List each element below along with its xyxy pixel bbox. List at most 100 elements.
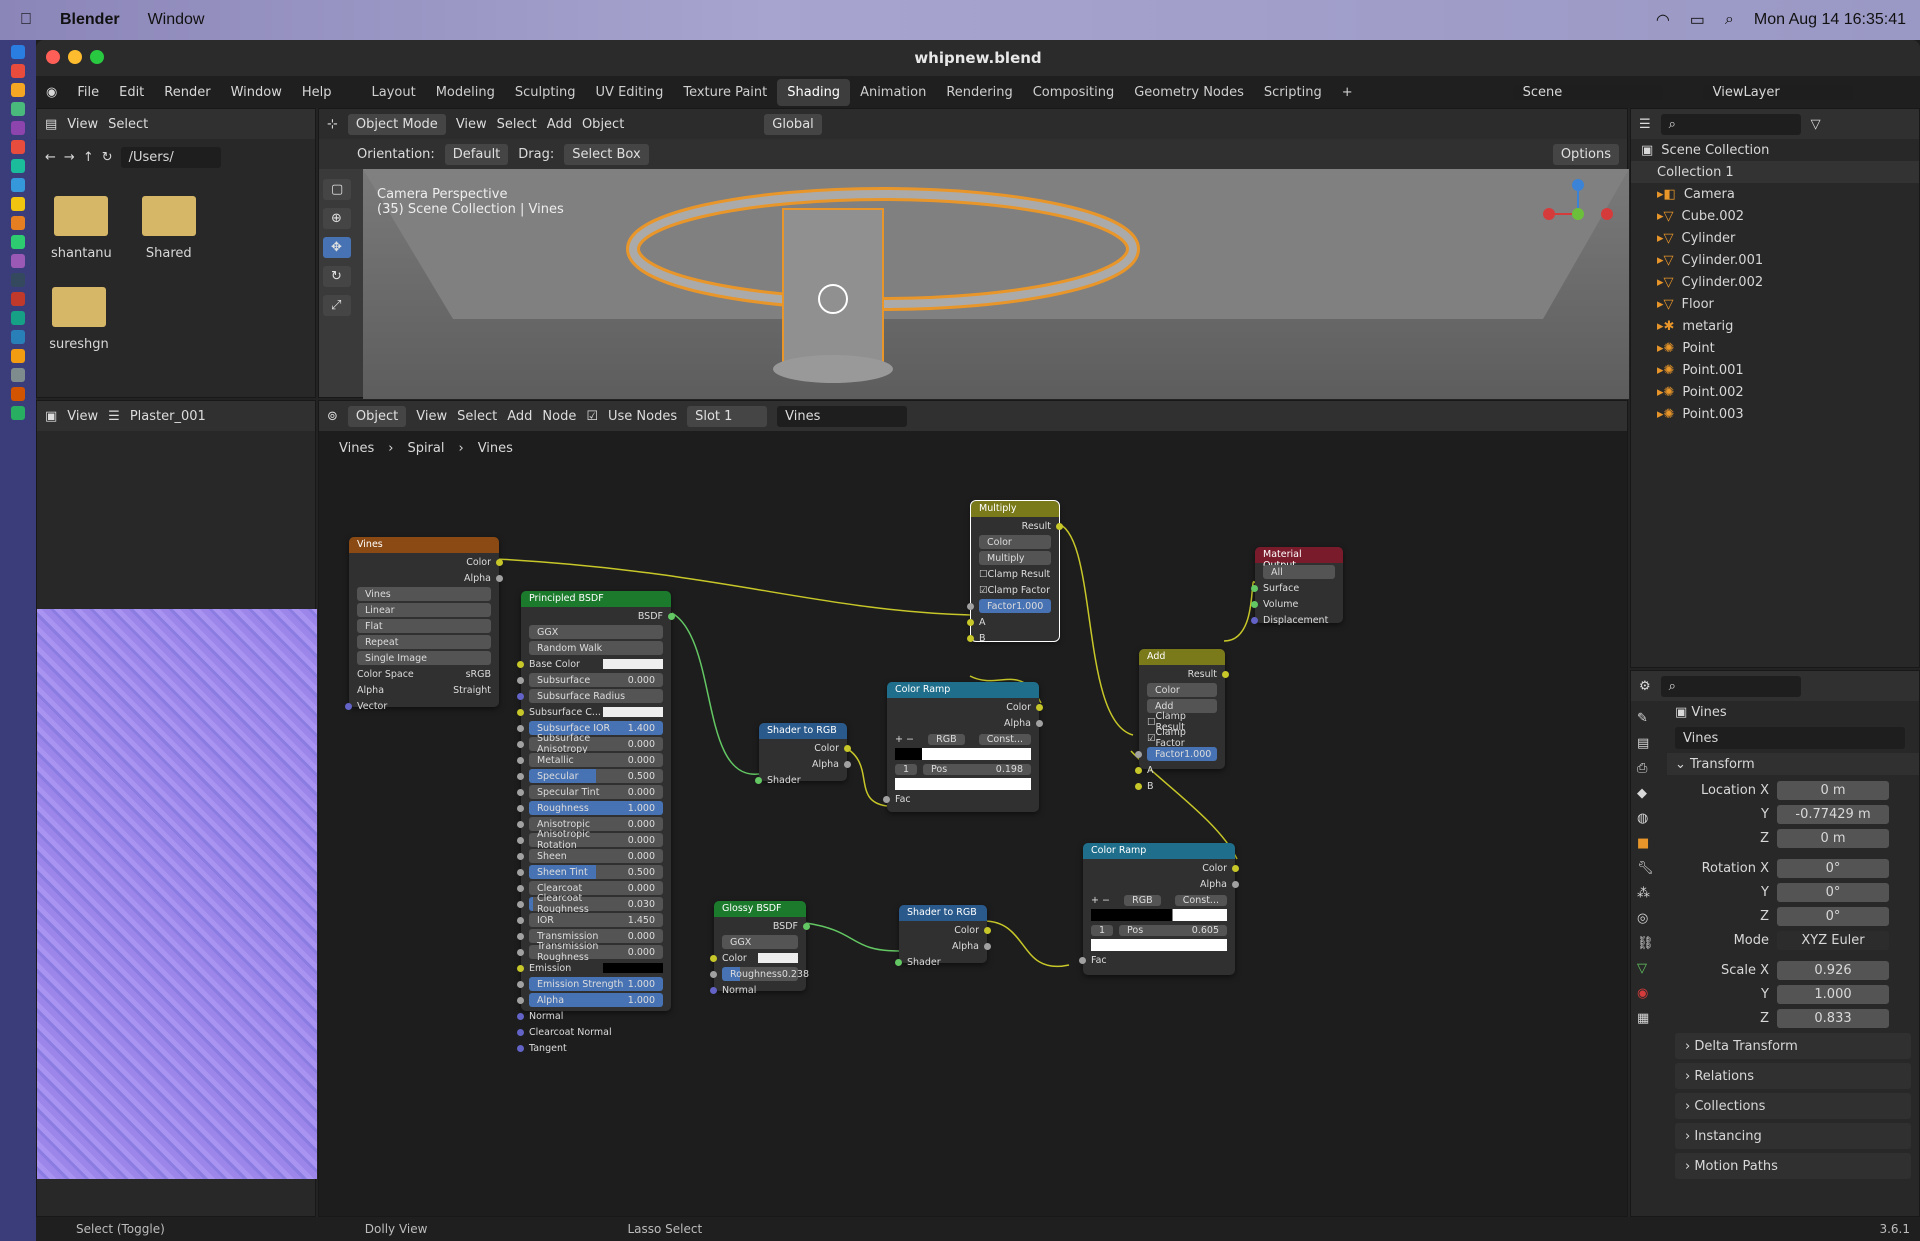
vp-menu-add[interactable]: Add (547, 117, 572, 132)
options-button[interactable]: Options (1552, 143, 1619, 165)
data-type-dropdown[interactable]: Color (979, 535, 1051, 549)
editor-type-icon[interactable]: ▣ (45, 409, 57, 424)
rotation-z-field[interactable]: 0° (1777, 906, 1889, 926)
bsdf-param[interactable]: Subsurface 0.000 (517, 673, 663, 687)
material-tab-icon[interactable]: ◉ (1637, 986, 1654, 1001)
editor-type-icon[interactable]: ☰ (1639, 117, 1651, 132)
battery-icon[interactable]: ▭ (1690, 10, 1705, 30)
clamp-factor-checkbox[interactable]: ☑ Clamp Factor (1147, 727, 1217, 749)
image-name[interactable]: Plaster_001 (130, 409, 206, 424)
window-menu[interactable]: Window (148, 11, 205, 29)
editor-type-icon[interactable]: ⊹ (327, 117, 338, 132)
viewlayer-selector[interactable]: ViewLayer (1702, 84, 1853, 100)
tab-compositing[interactable]: Compositing (1023, 79, 1125, 106)
ramp-gradient[interactable] (895, 748, 1031, 760)
image-texture-node[interactable]: Vines Color Alpha Vines Linear Flat Repe… (345, 537, 503, 712)
vp-menu-select[interactable]: Select (497, 117, 537, 132)
navigation-gizmo[interactable] (1543, 179, 1613, 249)
vp-menu-view[interactable]: View (456, 117, 487, 132)
outliner-item[interactable]: ▸▽ Cylinder (1631, 227, 1919, 249)
tab-shading[interactable]: Shading (777, 78, 851, 106)
folder-item[interactable]: shantanu (51, 196, 112, 261)
particles-tab-icon[interactable]: ⁂ (1637, 886, 1654, 901)
outliner-item[interactable]: ▸◧ Camera (1631, 183, 1919, 205)
ramp-color-swatch[interactable] (895, 778, 1031, 790)
ramp-interp-dropdown[interactable]: Const... (978, 733, 1031, 745)
ramp-interp-dropdown[interactable]: Const... (1174, 894, 1227, 906)
extension-dropdown[interactable]: Repeat (357, 635, 491, 649)
tab-geometry-nodes[interactable]: Geometry Nodes (1124, 79, 1254, 106)
blend-mode-dropdown[interactable]: Multiply (979, 551, 1051, 565)
fb-select-menu[interactable]: Select (108, 117, 148, 132)
refresh-icon[interactable]: ↻ (102, 150, 113, 165)
folder-item[interactable]: Shared (141, 196, 196, 261)
folder-item[interactable]: sureshgn (37, 261, 117, 352)
scale-y-field[interactable]: 1.000 (1777, 984, 1889, 1004)
object-tab-icon[interactable]: ■ (1637, 836, 1654, 851)
texture-image[interactable] (37, 609, 317, 1179)
mode-dropdown[interactable]: Object Mode (347, 113, 446, 135)
cursor-tool-icon[interactable]: ⊕ (323, 208, 352, 229)
color-ramp-node[interactable]: Color Ramp Color Alpha + − RGB Const... 1P… (883, 682, 1043, 812)
output-tab-icon[interactable]: ⎙ (1637, 761, 1654, 776)
collections-section[interactable]: › Collections (1675, 1093, 1911, 1119)
app-menu[interactable]: Blender (60, 11, 120, 29)
glossy-bsdf-node[interactable]: Glossy BSDF BSDF GGX Color Roughness 0.23… (710, 901, 810, 996)
minimize-button[interactable] (68, 50, 82, 64)
multiply-node[interactable]: Multiply Result Color Multiply ☐ Clamp R… (967, 500, 1063, 644)
shader-to-rgb-node[interactable]: Shader to RGB Color Alpha Shader (755, 723, 851, 786)
interp-dropdown[interactable]: Linear (357, 603, 491, 617)
3d-viewport[interactable]: ⊹ Object Mode View Select Add Object Glo… (318, 108, 1629, 399)
maximize-button[interactable] (90, 50, 104, 64)
properties-search[interactable]: ⌕ (1660, 675, 1801, 697)
physics-tab-icon[interactable]: ◎ (1637, 911, 1654, 926)
menu-icon[interactable]: ☰ (108, 409, 120, 424)
clamp-result-checkbox[interactable]: ☐ Clamp Result (979, 567, 1051, 581)
alpha-row[interactable]: Alpha Straight (357, 683, 491, 697)
back-icon[interactable]: ← (45, 150, 56, 165)
outliner-item[interactable]: ▸▽ Cube.002 (1631, 205, 1919, 227)
location-y-field[interactable]: -0.77429 m (1777, 804, 1889, 824)
modifier-tab-icon[interactable]: 🔧︎ (1637, 861, 1654, 876)
ramp-gradient[interactable] (1091, 909, 1227, 921)
scale-x-field[interactable]: 0.926 (1777, 960, 1889, 980)
tab-modeling[interactable]: Modeling (426, 79, 505, 106)
ss-radius-dropdown[interactable]: Subsurface Radius (517, 689, 663, 703)
tab-rendering[interactable]: Rendering (936, 79, 1022, 106)
parent-dir-icon[interactable]: ↑ (83, 150, 94, 165)
close-button[interactable] (46, 50, 60, 64)
outliner-search[interactable]: ⌕ (1660, 113, 1801, 135)
tab-layout[interactable]: Layout (361, 79, 425, 106)
motion-paths-section[interactable]: › Motion Paths (1675, 1153, 1911, 1179)
outliner-item[interactable]: ▸✺ Point.001 (1631, 359, 1919, 381)
menu-help[interactable]: Help (292, 85, 342, 100)
data-tab-icon[interactable]: ▽ (1637, 961, 1654, 976)
outliner-item[interactable]: ▸▽ Floor (1631, 293, 1919, 315)
location-z-field[interactable]: 0 m (1777, 828, 1889, 848)
render-tab-icon[interactable]: ▤ (1637, 736, 1654, 751)
ie-view-menu[interactable]: View (67, 409, 98, 424)
forward-icon[interactable]: → (64, 150, 75, 165)
add-node[interactable]: Add Result Color Add ☐ Clamp Result ☑ Cl… (1135, 649, 1229, 792)
rotation-x-field[interactable]: 0° (1777, 858, 1889, 878)
select-tool-icon[interactable]: ▢ (323, 179, 352, 200)
path-field[interactable]: /Users/ (120, 147, 221, 168)
colorspace-row[interactable]: Color Space sRGB (357, 667, 491, 681)
tool-tab-icon[interactable]: ✎ (1637, 711, 1654, 726)
ramp-mode-dropdown[interactable]: RGB (1124, 894, 1161, 906)
data-type-dropdown[interactable]: Color (1147, 683, 1217, 697)
menu-edit[interactable]: Edit (109, 85, 154, 100)
outliner-item[interactable]: ▸✺ Point.002 (1631, 381, 1919, 403)
distribution-dropdown[interactable]: GGX (529, 625, 663, 639)
add-workspace-button[interactable]: + (1332, 79, 1363, 106)
ss-color-row[interactable]: Subsurface C... (517, 705, 663, 719)
editor-type-icon[interactable]: ⚙ (1639, 679, 1651, 694)
node-editor[interactable]: ⊚ Object View Select Add Node ☑ Use Node… (318, 400, 1628, 1217)
outliner-item[interactable]: Collection 1 (1631, 161, 1919, 183)
sss-method-dropdown[interactable]: Random Walk (529, 641, 663, 655)
clamp-factor-checkbox[interactable]: ☑ Clamp Factor (979, 583, 1051, 597)
move-tool-icon[interactable]: ✥ (323, 237, 352, 258)
menu-window[interactable]: Window (221, 85, 292, 100)
projection-dropdown[interactable]: Flat (357, 619, 491, 633)
rotation-mode-dropdown[interactable]: XYZ Euler (1777, 930, 1889, 950)
